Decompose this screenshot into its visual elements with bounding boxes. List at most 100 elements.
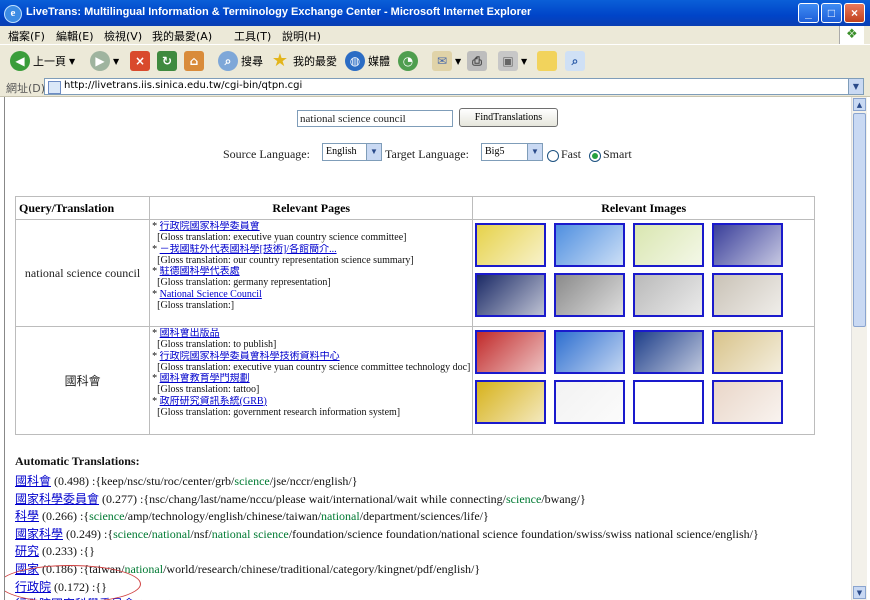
- favorites-label: 我的最愛: [293, 55, 337, 68]
- smart-radio[interactable]: [589, 150, 601, 162]
- fast-radio[interactable]: [547, 150, 559, 162]
- edit-button[interactable]: ▣ ▼: [498, 50, 527, 72]
- translation-link[interactable]: 研究: [15, 544, 39, 558]
- mail-icon: ✉: [432, 51, 452, 71]
- image-thumbnail[interactable]: [475, 273, 547, 317]
- image-thumbnail[interactable]: [475, 380, 547, 424]
- page-link[interactable]: －我國駐外代表國科學[技術]/各館簡介...: [160, 244, 337, 255]
- media-button[interactable]: ◍ 媒體: [345, 50, 390, 72]
- source-language-select[interactable]: English ▼: [322, 143, 382, 161]
- image-thumbnail[interactable]: [633, 330, 705, 374]
- address-input[interactable]: http://livetrans.iis.sinica.edu.tw/cgi-b…: [44, 78, 864, 95]
- thumbnail-grid: [473, 327, 814, 424]
- image-thumbnail[interactable]: [712, 330, 784, 374]
- address-label: 網址(D): [6, 82, 46, 95]
- vertical-scrollbar[interactable]: ▲ ▼: [851, 97, 867, 600]
- stop-button[interactable]: ×: [130, 50, 150, 72]
- target-language-select[interactable]: Big5 ▼: [481, 143, 543, 161]
- history-button[interactable]: ◔: [398, 50, 418, 72]
- query-input[interactable]: national science council: [297, 110, 453, 127]
- search-icon: ⌕: [218, 51, 238, 71]
- translation-context: /department/sciences/life/}: [359, 509, 489, 524]
- translation-score: (0.266): [39, 509, 81, 524]
- minimize-button[interactable]: _: [798, 3, 819, 23]
- image-thumbnail[interactable]: [633, 273, 705, 317]
- translation-row: 國家科學 (0.249) :{science/national/nsf/nati…: [15, 525, 759, 543]
- search-button[interactable]: ⌕ 搜尋: [218, 50, 263, 72]
- home-button[interactable]: ⌂: [184, 50, 204, 72]
- page-content: national science council FindTranslation…: [4, 97, 851, 600]
- back-button[interactable]: ◀ 上一頁 ▼: [10, 50, 75, 72]
- refresh-button[interactable]: ↻: [157, 50, 177, 72]
- menu-bar: 檔案(F) 編輯(E) 檢視(V) 我的最愛(A) 工具(T) 說明(H): [0, 26, 870, 44]
- image-thumbnail[interactable]: [712, 223, 784, 267]
- page-link[interactable]: 駐德國科學代表處: [160, 266, 240, 277]
- chevron-down-icon: ▼: [527, 144, 542, 160]
- image-thumbnail[interactable]: [554, 330, 626, 374]
- image-thumbnail[interactable]: [633, 223, 705, 267]
- translation-link[interactable]: 國科會: [15, 474, 51, 488]
- mail-button[interactable]: ✉ ▼: [432, 50, 461, 72]
- window-title: LiveTrans: Multilingual Information & Te…: [26, 6, 532, 18]
- translation-context: :{keep/nsc/stu/roc/center/grb/: [92, 474, 235, 488]
- gloss-text: [Gloss translation:]: [157, 300, 235, 312]
- translation-context: /nsf/: [190, 526, 212, 541]
- translation-link[interactable]: 國家科學委員會: [15, 492, 99, 506]
- page-link[interactable]: 行政院國家科學委員會科學技術資料中心: [160, 351, 340, 362]
- scroll-thumb[interactable]: [853, 113, 866, 327]
- forward-button[interactable]: ▶ ▼: [90, 50, 119, 72]
- translation-score: (0.277): [99, 491, 141, 506]
- menu-help[interactable]: 說明(H): [282, 28, 321, 44]
- fast-label: Fast: [561, 147, 582, 161]
- translation-context: :{: [80, 509, 90, 524]
- image-thumbnail[interactable]: [712, 380, 784, 424]
- translation-link[interactable]: 國家科學: [15, 527, 63, 541]
- translation-context: national: [321, 509, 360, 524]
- page-link[interactable]: 國科會出版品: [160, 328, 220, 339]
- image-thumbnail[interactable]: [554, 380, 626, 424]
- gloss-text: [Gloss translation: government research …: [157, 407, 401, 419]
- find-translations-button[interactable]: FindTranslations: [459, 108, 558, 127]
- page-link[interactable]: 國科會教育學門規劃: [160, 373, 250, 384]
- image-thumbnail[interactable]: [712, 273, 784, 317]
- translation-row: 國家科學委員會 (0.277) :{nsc/chang/last/name/nc…: [15, 490, 759, 508]
- image-thumbnail[interactable]: [475, 330, 547, 374]
- image-thumbnail[interactable]: [554, 223, 626, 267]
- dropdown-arrow-icon: ▼: [521, 56, 528, 66]
- page-link[interactable]: 行政院國家科學委員會: [160, 221, 260, 232]
- translation-context: national science: [211, 526, 289, 541]
- menu-view[interactable]: 檢視(V): [104, 28, 142, 44]
- scroll-up-icon[interactable]: ▲: [853, 98, 866, 111]
- menu-tools[interactable]: 工具(T): [234, 28, 271, 44]
- folder-icon: [537, 51, 557, 71]
- page-link[interactable]: National Science Council: [160, 289, 262, 300]
- page-link[interactable]: 政府研究資訊系統(GRB): [160, 396, 267, 407]
- pages-cell: * 行政院國家科學委員會 [Gloss translation: executi…: [149, 219, 474, 327]
- favorites-button[interactable]: ★ 我的最愛: [270, 50, 337, 72]
- print-button[interactable]: ⎙: [467, 50, 487, 72]
- translation-context: science: [506, 491, 542, 506]
- translation-link[interactable]: 科學: [15, 509, 39, 523]
- maximize-button[interactable]: □: [821, 3, 842, 23]
- address-bar: 網址(D) http://livetrans.iis.sinica.edu.tw…: [0, 77, 870, 97]
- menu-favorites[interactable]: 我的最愛(A): [152, 28, 212, 44]
- menu-edit[interactable]: 編輯(E): [56, 28, 94, 44]
- windows-logo-icon: [839, 26, 864, 44]
- target-language-label: Target Language:: [385, 147, 469, 161]
- scroll-down-icon[interactable]: ▼: [853, 586, 866, 599]
- query-cell: national science council: [14, 219, 151, 327]
- gloss-text: [Gloss translation: executive yuan count…: [157, 361, 471, 373]
- discuss-button[interactable]: [537, 50, 557, 72]
- close-button[interactable]: ×: [844, 3, 865, 23]
- image-thumbnail[interactable]: [554, 273, 626, 317]
- research-button[interactable]: ⌕: [565, 50, 585, 72]
- translation-score: (0.233): [39, 544, 81, 559]
- menu-file[interactable]: 檔案(F): [8, 28, 45, 44]
- address-dropdown-icon[interactable]: ▼: [848, 79, 863, 94]
- translation-context: :{: [104, 526, 114, 541]
- image-thumbnail[interactable]: [633, 380, 705, 424]
- gloss-text: [Gloss translation: tattoo]: [157, 384, 260, 396]
- image-thumbnail[interactable]: [475, 223, 547, 267]
- media-globe-icon: ◍: [345, 51, 365, 71]
- ie-logo-icon: e: [4, 5, 22, 23]
